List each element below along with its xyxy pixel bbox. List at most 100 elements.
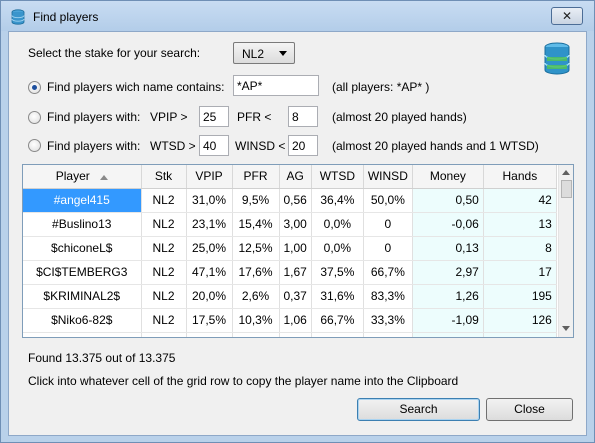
- cell-ag[interactable]: 3,25: [279, 332, 312, 337]
- table-row[interactable]: #angel415 NL2 31,0% 9,5% 0,56 36,4% 50,0% 0,50 4…: [23, 188, 557, 213]
- radio-wtsd-winsd[interactable]: [28, 139, 41, 152]
- title-bar[interactable]: Find players ✕: [1, 1, 594, 31]
- cell-money[interactable]: -1,09: [412, 308, 484, 333]
- cell-money[interactable]: 0,13: [412, 236, 484, 261]
- col-header-pfr[interactable]: PFR: [232, 165, 280, 189]
- name-pattern-input[interactable]: *AP*: [233, 75, 319, 96]
- cell-player[interactable]: $chiconeL$: [23, 236, 142, 261]
- close-button[interactable]: Close: [486, 398, 573, 421]
- cell-winsd[interactable]: 50,0%: [363, 332, 413, 337]
- cell-vpip[interactable]: 47,1%: [186, 260, 233, 285]
- cell-wtsd[interactable]: 36,4%: [311, 188, 364, 213]
- cell-player[interactable]: #angel415: [23, 188, 142, 213]
- cell-ag[interactable]: 1,67: [279, 260, 312, 285]
- cell-hands[interactable]: 8: [483, 236, 557, 261]
- cell-pfr[interactable]: 2,6%: [232, 284, 280, 309]
- pfr-input[interactable]: 8: [288, 106, 318, 127]
- wtsd-label: WTSD >: [150, 139, 196, 153]
- cell-vpip[interactable]: 23,1%: [186, 212, 233, 237]
- cell-stk[interactable]: NL2: [141, 284, 187, 309]
- cell-stk[interactable]: NL2: [141, 188, 187, 213]
- cell-player[interactable]: $KRIMINAL2$: [23, 284, 142, 309]
- cell-vpip[interactable]: 25,0%: [186, 236, 233, 261]
- cell-winsd[interactable]: 50,0%: [363, 188, 413, 213]
- cell-wtsd[interactable]: 37,5%: [311, 260, 364, 285]
- cell-pfr[interactable]: 9,5%: [232, 188, 280, 213]
- option-wtsd-label: Find players with:: [47, 139, 141, 153]
- col-header-vpip[interactable]: VPIP: [186, 165, 233, 189]
- cell-ag[interactable]: 3,00: [279, 212, 312, 237]
- cell-hands[interactable]: 126: [483, 308, 557, 333]
- radio-vpip-pfr[interactable]: [28, 111, 41, 124]
- cell-wtsd[interactable]: 0,0%: [311, 212, 364, 237]
- window-close-button[interactable]: ✕: [551, 7, 583, 25]
- cell-stk[interactable]: NL2: [141, 332, 187, 337]
- cell-money[interactable]: 1,26: [412, 284, 484, 309]
- table-row[interactable]: $KRIMINAL2$ NL2 20,0% 2,6% 0,37 31,6% 83,3% 1,2…: [23, 284, 557, 309]
- col-header-wtsd[interactable]: WTSD: [311, 165, 364, 189]
- cell-stk[interactable]: NL2: [141, 212, 187, 237]
- cell-vpip[interactable]: 31,0%: [186, 188, 233, 213]
- cell-ag[interactable]: 1,00: [279, 236, 312, 261]
- table-row[interactable]: #Buslino13 NL2 23,1% 15,4% 3,00 0,0% 0 -0,06 13: [23, 212, 557, 237]
- cell-wtsd[interactable]: 40,0%: [311, 332, 364, 337]
- cell-wtsd[interactable]: 31,6%: [311, 284, 364, 309]
- cell-money[interactable]: 2,97: [412, 260, 484, 285]
- cell-vpip[interactable]: 13,1%: [186, 332, 233, 337]
- grid-vertical-scrollbar[interactable]: [558, 165, 573, 337]
- cell-money[interactable]: 2,16: [412, 332, 484, 337]
- cell-ag[interactable]: 0,37: [279, 284, 312, 309]
- cell-player[interactable]: $oloUn@Vid$: [23, 332, 142, 337]
- cell-stk[interactable]: NL2: [141, 260, 187, 285]
- cell-ag[interactable]: 1,06: [279, 308, 312, 333]
- scroll-up-icon[interactable]: [562, 170, 570, 175]
- cell-hands[interactable]: 195: [483, 284, 557, 309]
- col-header-hands[interactable]: Hands: [483, 165, 557, 189]
- cell-player[interactable]: #Buslino13: [23, 212, 142, 237]
- vpip-input[interactable]: 25: [199, 106, 229, 127]
- col-header-stk[interactable]: Stk: [141, 165, 187, 189]
- cell-pfr[interactable]: 11,0%: [232, 332, 280, 337]
- col-header-winsd[interactable]: WINSD: [363, 165, 413, 189]
- winsd-input[interactable]: 20: [288, 135, 318, 156]
- cell-pfr[interactable]: 12,5%: [232, 236, 280, 261]
- scroll-down-icon[interactable]: [562, 326, 570, 331]
- players-grid[interactable]: Player Stk VPIP PFR AG WTSD WINSD Money …: [22, 164, 574, 338]
- cell-hands[interactable]: 13: [483, 212, 557, 237]
- cell-winsd[interactable]: 0: [363, 236, 413, 261]
- radio-name-contains[interactable]: [28, 81, 41, 94]
- cell-winsd[interactable]: 0: [363, 212, 413, 237]
- search-button[interactable]: Search: [357, 398, 480, 421]
- col-header-money[interactable]: Money: [412, 165, 484, 189]
- table-row[interactable]: $oloUn@Vid$NL213,1%11,0%3,2540,0%50,0%2,…: [23, 332, 557, 337]
- cell-hands[interactable]: 42: [483, 188, 557, 213]
- cell-hands[interactable]: 383: [483, 332, 557, 337]
- cell-winsd[interactable]: 33,3%: [363, 308, 413, 333]
- cell-pfr[interactable]: 15,4%: [232, 212, 280, 237]
- cell-pfr[interactable]: 10,3%: [232, 308, 280, 333]
- cell-wtsd[interactable]: 0,0%: [311, 236, 364, 261]
- table-row[interactable]: $CI$TEMBERG3 NL2 47,1% 17,6% 1,67 37,5% 66,7% 2…: [23, 260, 557, 285]
- cell-wtsd[interactable]: 66,7%: [311, 308, 364, 333]
- col-header-ag[interactable]: AG: [279, 165, 312, 189]
- cell-winsd[interactable]: 66,7%: [363, 260, 413, 285]
- table-row[interactable]: $Niko6-82$ NL2 17,5% 10,3% 1,06 66,7% 33,3% -1,…: [23, 308, 557, 333]
- scroll-thumb[interactable]: [561, 180, 572, 198]
- cell-money[interactable]: -0,06: [412, 212, 484, 237]
- sort-ascending-icon: [99, 174, 108, 180]
- table-row[interactable]: $chiconeL$ NL2 25,0% 12,5% 1,00 0,0% 0 0,13 8: [23, 236, 557, 261]
- cell-ag[interactable]: 0,56: [279, 188, 312, 213]
- cell-player[interactable]: $Niko6-82$: [23, 308, 142, 333]
- cell-pfr[interactable]: 17,6%: [232, 260, 280, 285]
- cell-money[interactable]: 0,50: [412, 188, 484, 213]
- cell-vpip[interactable]: 20,0%: [186, 284, 233, 309]
- cell-winsd[interactable]: 83,3%: [363, 284, 413, 309]
- cell-player[interactable]: $CI$TEMBERG3: [23, 260, 142, 285]
- wtsd-input[interactable]: 40: [199, 135, 229, 156]
- stake-select[interactable]: NL2: [233, 42, 295, 64]
- cell-stk[interactable]: NL2: [141, 308, 187, 333]
- cell-hands[interactable]: 17: [483, 260, 557, 285]
- col-header-player[interactable]: Player: [23, 165, 142, 189]
- cell-stk[interactable]: NL2: [141, 236, 187, 261]
- cell-vpip[interactable]: 17,5%: [186, 308, 233, 333]
